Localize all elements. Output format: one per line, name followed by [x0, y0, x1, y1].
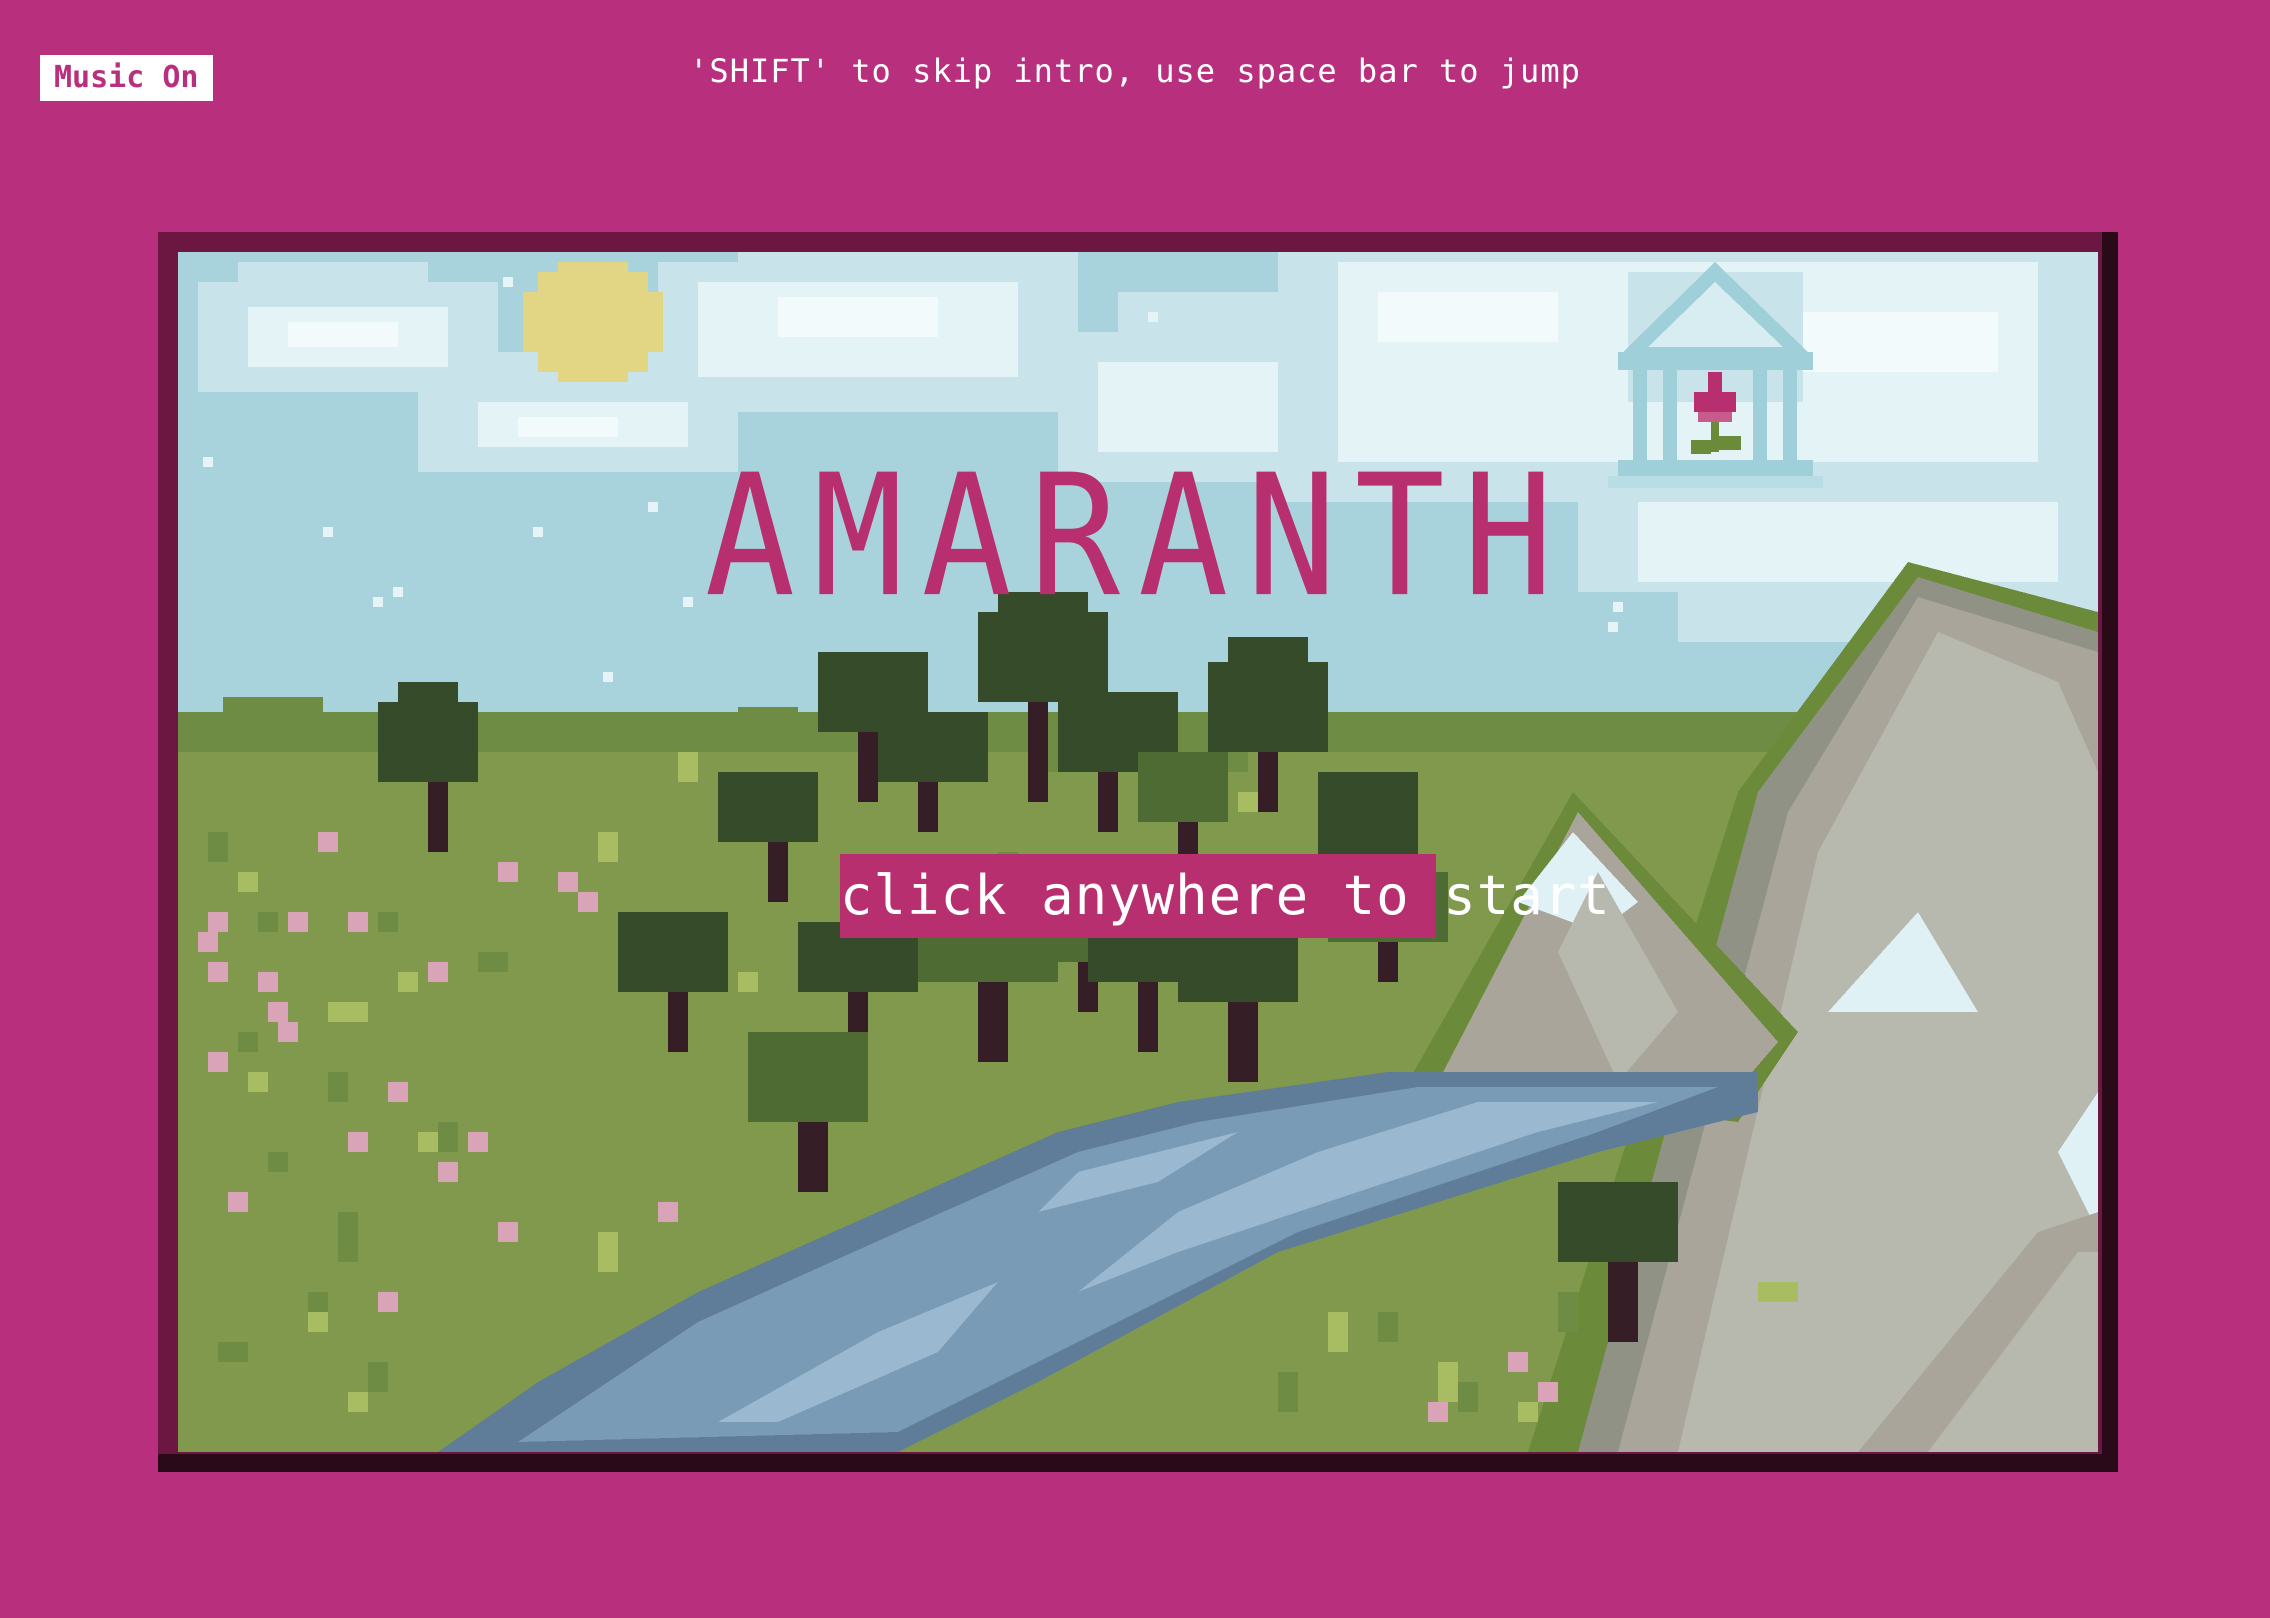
game-canvas[interactable]: AMARANTH click anywhere to start [178, 252, 2098, 1452]
game-frame: AMARANTH click anywhere to start [158, 232, 2118, 1472]
sun-icon [523, 262, 663, 382]
start-prompt[interactable]: click anywhere to start [840, 854, 1610, 938]
game-title: AMARANTH [704, 439, 1572, 635]
instructions-text: 'SHIFT' to skip intro, use space bar to … [689, 52, 1581, 90]
game-scene [178, 252, 2098, 1452]
